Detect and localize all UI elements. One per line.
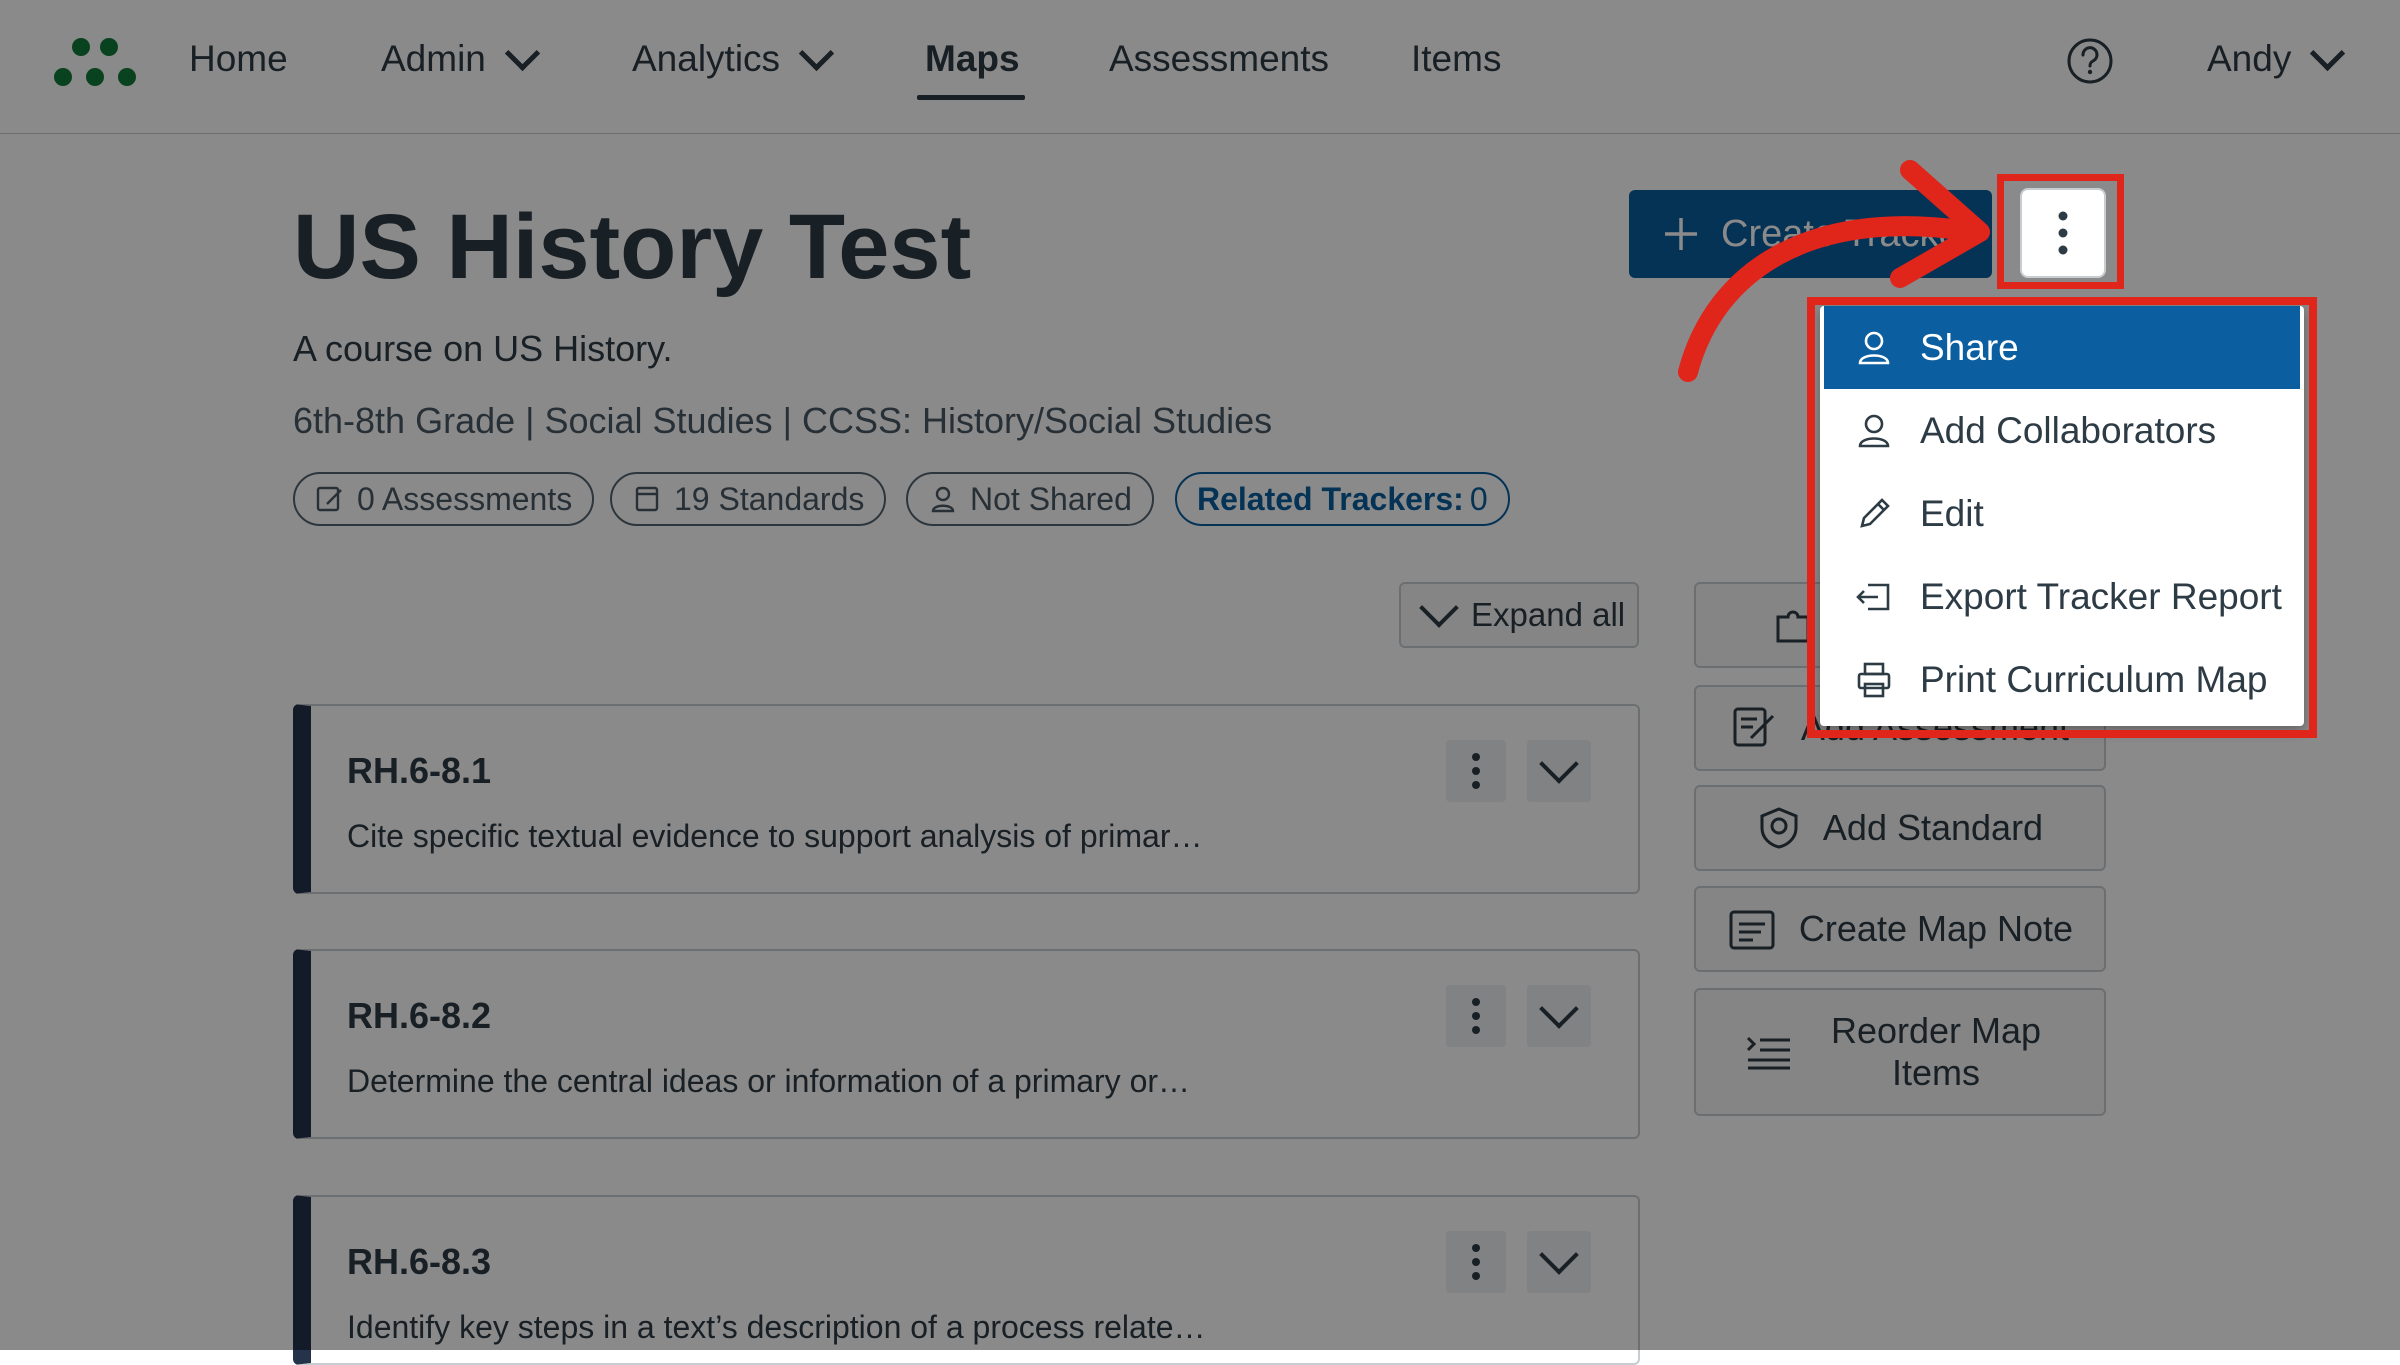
highlight-box	[1807, 297, 2317, 738]
